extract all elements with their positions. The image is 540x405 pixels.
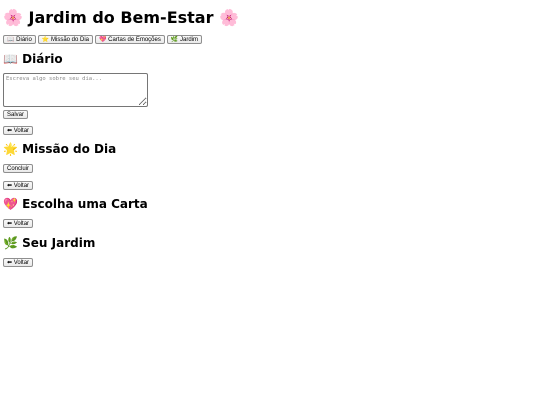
diary-heading: 📖 Diário	[3, 52, 63, 66]
garden-heading-text: Seu Jardim	[22, 236, 96, 250]
book-icon: 📖	[3, 52, 18, 66]
nav-cards-button[interactable]: 💖 Cartas de Emoções	[95, 35, 165, 44]
mission-complete-button[interactable]: Concluir	[3, 164, 34, 173]
book-icon: 📖	[7, 37, 15, 43]
diary-back-button[interactable]: ⬅ Voltar	[3, 126, 34, 135]
diary-save-button[interactable]: Salvar	[3, 110, 29, 119]
nav-garden-label: Jardim	[180, 37, 199, 43]
heart-icon: 💖	[3, 197, 18, 211]
diary-textarea[interactable]	[3, 73, 148, 107]
main-nav: 📖 Diário ⭐ Missão do Dia 💖 Cartas de Emo…	[3, 35, 203, 44]
mission-heading-text: Missão do Dia	[22, 142, 117, 156]
garden-back-button[interactable]: ⬅ Voltar	[3, 258, 34, 267]
diary-input-wrap	[3, 73, 148, 107]
flower-icon: 🌸	[3, 8, 23, 27]
mission-back-button[interactable]: ⬅ Voltar	[3, 181, 34, 190]
nav-diary-label: Diário	[16, 37, 32, 43]
leaf-icon: 🌿	[3, 236, 18, 250]
cards-back-button[interactable]: ⬅ Voltar	[3, 219, 34, 228]
nav-cards-label: Cartas de Emoções	[108, 37, 161, 43]
cards-heading: 💖 Escolha uma Carta	[3, 197, 148, 211]
leaf-icon: 🌿	[170, 37, 179, 43]
mission-heading: 🌟 Missão do Dia	[3, 142, 116, 156]
page-title-text: Jardim do Bem-Estar	[28, 8, 214, 27]
star-icon: ⭐	[41, 37, 50, 43]
flower-icon: 🌸	[219, 8, 239, 27]
diary-heading-text: Diário	[22, 52, 63, 66]
garden-heading: 🌿 Seu Jardim	[3, 236, 95, 250]
nav-mission-button[interactable]: ⭐ Missão do Dia	[37, 35, 93, 44]
nav-diary-button[interactable]: 📖 Diário	[3, 35, 36, 44]
cards-heading-text: Escolha uma Carta	[22, 197, 148, 211]
star-icon: 🌟	[3, 142, 18, 156]
page-title: 🌸 Jardim do Bem-Estar 🌸	[3, 0, 239, 27]
heart-icon: 💖	[99, 37, 107, 43]
nav-mission-label: Missão do Dia	[50, 37, 89, 43]
nav-garden-button[interactable]: 🌿 Jardim	[166, 35, 203, 44]
